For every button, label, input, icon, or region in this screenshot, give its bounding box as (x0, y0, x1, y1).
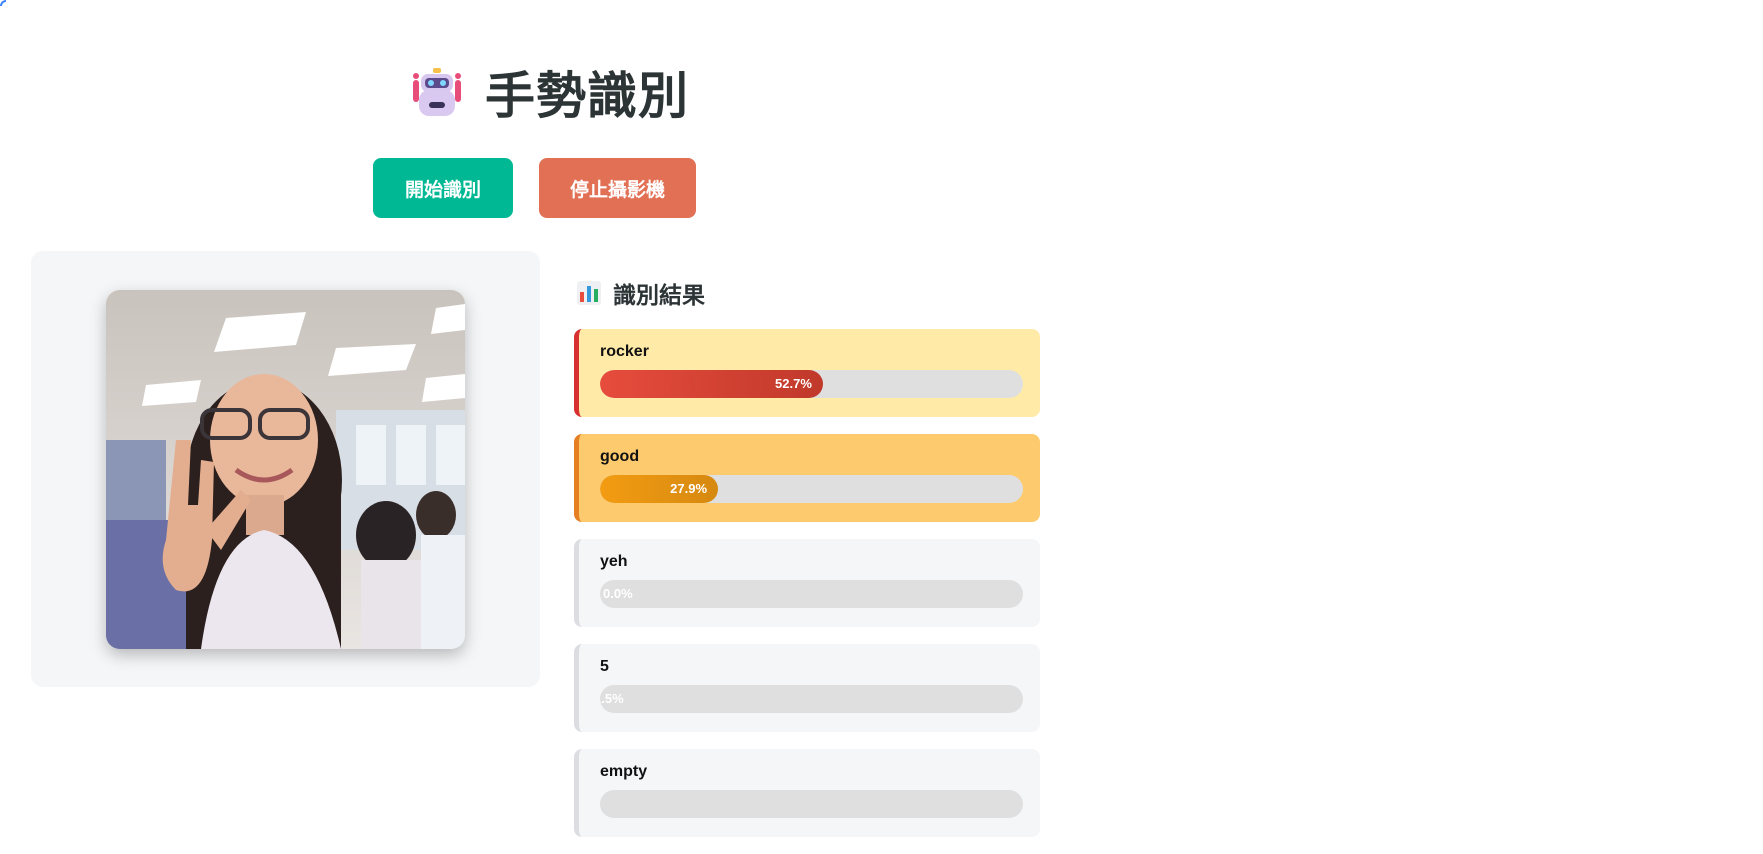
result-label: yeh (600, 553, 628, 570)
webcam-feed (106, 290, 465, 649)
robot-icon (413, 68, 461, 116)
result-label: rocker (600, 343, 649, 360)
confidence-value: 52.7% (775, 376, 812, 391)
page-title: 手勢識別 (485, 68, 689, 124)
result-card-yeh: yeh 0.0% (574, 539, 1040, 627)
confidence-bar-track: 27.9% (600, 475, 1023, 503)
stop-camera-button[interactable]: 停止攝影機 (539, 158, 696, 218)
results-panel: 識別結果 rocker 52.7% good 27.9% yeh 0.0% 5 1.5% emp… (574, 270, 1040, 854)
confidence-bar-track (600, 790, 1023, 818)
confidence-value: 0.0% (603, 586, 633, 601)
result-card-good: good 27.9% (574, 434, 1040, 522)
bar-chart-icon (577, 281, 601, 305)
results-header: 識別結果 (574, 270, 1040, 316)
window-corner (0, 0, 6, 6)
start-recognition-button[interactable]: 開始識別 (373, 158, 513, 218)
result-label: good (600, 448, 640, 465)
confidence-bar-track: 1.5% (600, 685, 1023, 713)
result-card-rocker: rocker 52.7% (574, 329, 1040, 417)
camera-panel (31, 251, 540, 687)
result-label: empty (600, 763, 648, 780)
result-card-empty: empty (574, 749, 1040, 837)
result-label: 5 (600, 658, 609, 675)
confidence-bar-track: 52.7% (600, 370, 1023, 398)
results-title: 識別結果 (613, 282, 705, 308)
confidence-value: 27.9% (670, 481, 708, 496)
page-header: 手勢識別 (413, 62, 689, 124)
confidence-bar-track: 0.0% (600, 580, 1023, 608)
result-list: rocker 52.7% good 27.9% yeh 0.0% 5 1.5% empty (574, 329, 1040, 837)
result-card-5: 5 1.5% (574, 644, 1040, 732)
webcam-image (106, 290, 465, 649)
confidence-value: 1.5% (600, 691, 624, 706)
